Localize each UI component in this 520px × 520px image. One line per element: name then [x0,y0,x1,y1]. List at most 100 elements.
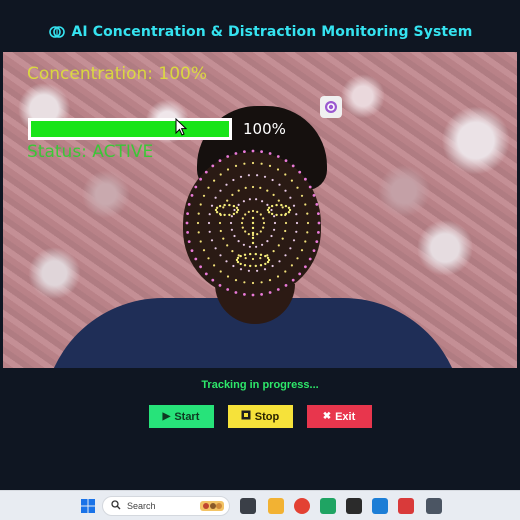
face-landmark [315,240,319,243]
face-landmark [261,200,264,203]
start-button[interactable]: ▶ Start [148,405,214,428]
face-landmark [292,239,296,242]
face-landmark [288,208,292,212]
face-landmark [243,150,246,153]
face-landmark [234,279,238,282]
face-landmark [222,237,225,240]
face-landmark [289,247,292,250]
face-landmark [266,203,269,206]
face-landmark [270,212,274,216]
face-landmark [187,203,191,206]
face-landmark [239,175,243,178]
face-landmark [242,243,245,246]
face-landmark [296,186,299,189]
face-landmark [270,234,273,238]
stop-button[interactable]: Stop [227,405,293,428]
face-landmark [275,203,278,207]
face-landmark [251,236,255,240]
face-landmark [278,260,281,263]
face-landmark [266,254,269,257]
app-title: AI Concentration & Distraction Monitorin… [71,24,473,40]
exit-button[interactable]: ✖ Exit [306,405,372,428]
face-landmark [295,221,299,225]
face-landmark [226,288,230,291]
python-app-icon[interactable] [426,498,442,514]
face-landmark [255,198,258,201]
face-landmark [234,291,238,294]
face-landmark [251,209,255,213]
windows-start-icon[interactable] [80,498,96,514]
face-landmark [232,178,235,182]
app-window: AI Concentration & Distraction Monitorin… [0,0,520,490]
face-landmark [223,213,226,217]
face-landmark [231,250,234,253]
face-landmark [218,221,222,225]
face-landmark [276,168,280,171]
face-landmark [229,221,233,225]
overlay-app-icon[interactable] [320,96,342,118]
face-landmark [234,164,238,167]
face-landmark [213,264,216,267]
vscode-icon[interactable] [372,498,388,514]
status-readout: Status: ACTIVE [27,142,154,162]
face-landmark [218,159,222,162]
face-landmark [266,240,269,243]
face-landmark [291,278,295,282]
face-landmark [231,193,234,196]
face-landmark [304,177,307,181]
face-landmark [284,270,287,273]
face-landmark [262,217,265,220]
face-landmark [214,196,217,199]
face-landmark [300,194,304,197]
face-landmark [267,258,271,262]
face-landmark [228,213,231,217]
search-icon [111,497,121,515]
brain-icon [48,23,66,41]
face-landmark [304,203,307,206]
face-landmark [298,272,302,276]
mouse-cursor-icon [175,118,187,136]
face-landmark [287,206,291,209]
face-landmark [273,215,276,218]
face-landmark [284,284,288,287]
red-app-icon[interactable] [398,498,414,514]
taskbar [0,490,520,520]
face-landmark [196,221,200,225]
face-landmark [284,221,288,225]
face-landmark [270,204,274,208]
search-input[interactable] [127,501,197,511]
face-landmark [256,269,259,272]
face-landmark [199,203,202,206]
face-landmark [273,221,277,225]
face-landmark [317,212,320,215]
face-landmark [197,212,200,215]
green-app-icon[interactable] [320,498,336,514]
chrome-icon[interactable] [294,498,310,514]
tracking-status-text: Tracking in progress... [201,379,319,391]
face-landmark [284,159,288,162]
face-landmark [263,268,267,271]
face-landmark [207,257,210,260]
face-landmark [270,208,273,212]
face-landmark [251,149,255,153]
face-landmark [236,256,240,260]
play-icon: ▶ [162,411,171,422]
face-landmark [277,199,280,202]
face-landmark [295,230,298,233]
face-landmark [260,293,263,296]
face-landmark [199,240,202,243]
taskbar-search-box[interactable] [102,496,230,516]
face-landmark [204,170,208,174]
face-landmark [306,212,309,215]
close-icon: ✖ [322,411,332,422]
face-landmark [237,254,240,257]
face-landmark [215,211,219,214]
file-explorer-icon[interactable] [268,498,284,514]
face-landmark [264,262,267,266]
face-landmark [237,189,240,192]
face-landmark [236,208,240,212]
terminal-icon[interactable] [346,498,362,514]
task-view-icon[interactable] [240,498,256,514]
face-landmark [268,279,272,282]
face-landmark [268,291,272,294]
